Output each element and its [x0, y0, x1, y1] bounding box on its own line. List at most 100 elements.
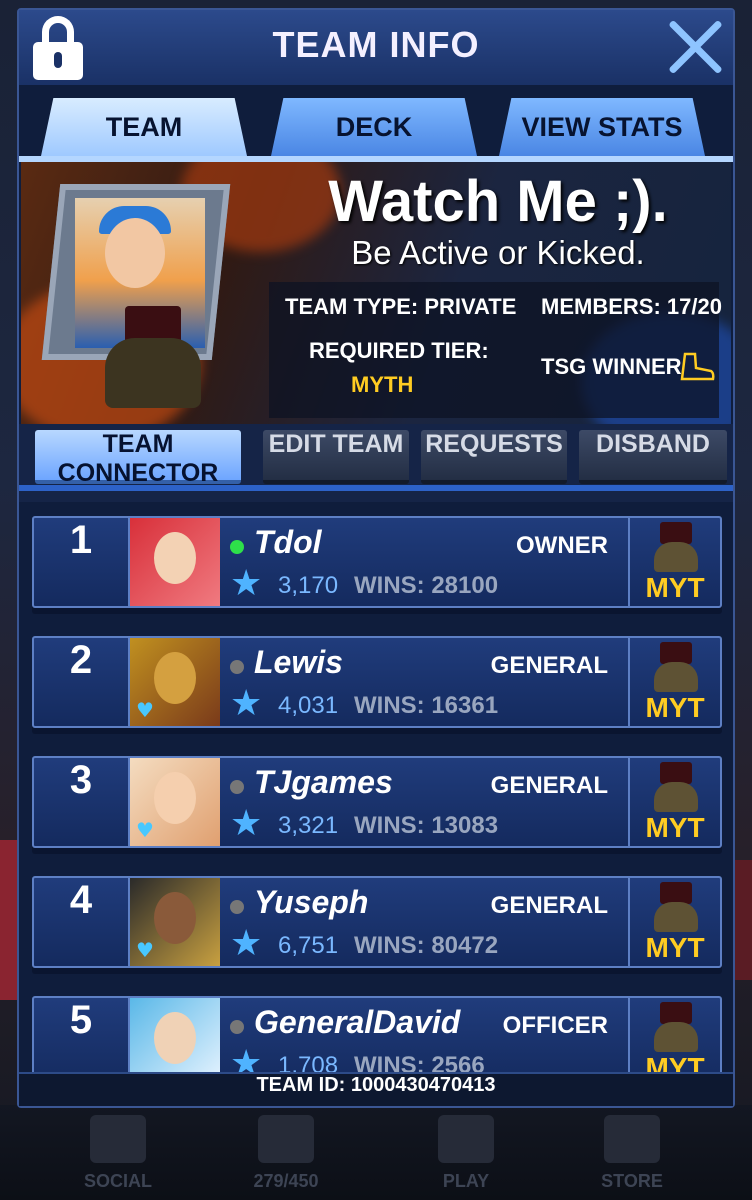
team-id: TEAM ID: 1000430470413	[19, 1072, 733, 1106]
tab-view-stats[interactable]: VIEW STATS	[499, 98, 705, 156]
team-connector-button[interactable]: TEAM CONNECTOR	[35, 430, 241, 487]
avatar	[130, 518, 220, 606]
tier-figure-icon	[654, 782, 698, 812]
avatar	[130, 998, 220, 1072]
close-icon[interactable]	[665, 16, 725, 76]
member-role: GENERAL	[490, 772, 608, 799]
offline-status-icon	[230, 1020, 244, 1034]
tier-badge: MYT	[628, 878, 720, 966]
member-score: 4,031	[278, 692, 339, 719]
heart-icon: ♥	[136, 698, 154, 722]
member-row[interactable]: 3 ♥ TJgames GENERAL ★ 3,321 WINS: 13083 …	[32, 756, 722, 848]
tier-label: MYT	[645, 812, 705, 843]
tier-hat-icon	[660, 762, 692, 784]
tier-label: MYT	[645, 1052, 705, 1072]
tier-label: MYT	[645, 572, 705, 603]
team-header: Watch Me ;). Be Active or Kicked. TEAM T…	[21, 162, 731, 424]
team-name: Watch Me ;).	[328, 169, 668, 234]
member-name: GeneralDavid	[254, 1004, 461, 1040]
offline-status-icon	[230, 780, 244, 794]
tier-label: MYT	[645, 932, 705, 963]
nav-play[interactable]: PLAY	[396, 1105, 536, 1200]
tier-figure-icon	[654, 1022, 698, 1052]
nav-play-label: PLAY	[442, 1171, 490, 1191]
cards-icon	[258, 1115, 314, 1163]
avatar: ♥	[130, 638, 220, 726]
tier-figure-icon	[654, 542, 698, 572]
tier-badge: MYT	[628, 518, 720, 606]
star-icon: ★	[230, 683, 263, 724]
member-role: OWNER	[516, 532, 608, 559]
tier-badge: MYT	[628, 638, 720, 726]
team-info-modal: TEAM INFO TEAM DECK VIEW STATS Watch Me …	[17, 8, 735, 1108]
online-status-icon	[230, 540, 244, 554]
member-rank: 2	[34, 638, 130, 726]
member-wins: WINS: 2566	[354, 1052, 485, 1072]
member-list[interactable]: 1 Tdol OWNER ★ 3,170 WINS: 28100 MYT 2 ♥	[19, 500, 733, 1072]
nav-store[interactable]: STORE	[562, 1105, 702, 1200]
member-row[interactable]: 5 GeneralDavid OFFICER ★ 1,708 WINS: 256…	[32, 996, 722, 1072]
boot-icon	[680, 352, 715, 381]
star-icon: ★	[230, 803, 263, 844]
tier-hat-icon	[660, 522, 692, 544]
member-rank: 1	[34, 518, 130, 606]
member-rank: 5	[34, 998, 130, 1072]
member-rank: 3	[34, 758, 130, 846]
avatar: ♥	[130, 878, 220, 966]
section-divider	[19, 485, 733, 491]
member-row[interactable]: 1 Tdol OWNER ★ 3,170 WINS: 28100 MYT	[32, 516, 722, 608]
tab-deck[interactable]: DECK	[271, 98, 477, 156]
heart-icon: ♥	[136, 938, 154, 962]
nav-collection[interactable]: 279/450	[216, 1105, 356, 1200]
tier-label: MYT	[645, 692, 705, 723]
heart-icon: ♥	[136, 818, 154, 842]
star-icon: ★	[230, 563, 263, 604]
team-motto: Be Active or Kicked.	[351, 234, 645, 271]
offline-status-icon	[230, 660, 244, 674]
star-icon: ★	[230, 923, 263, 964]
tab-bar: TEAM DECK VIEW STATS	[19, 98, 733, 158]
required-tier-label: REQUIRED TIER:	[309, 338, 489, 363]
tier-hat-icon	[660, 1002, 692, 1024]
member-wins: WINS: 16361	[354, 692, 499, 719]
team-achievement: TSG WINNER	[541, 354, 682, 379]
bottom-nav: SOCIAL 279/450 PLAY STORE	[0, 1105, 752, 1200]
member-row[interactable]: 2 ♥ Lewis GENERAL ★ 4,031 WINS: 16361 MY…	[32, 636, 722, 728]
tier-badge: MYT	[628, 758, 720, 846]
member-score: 6,751	[278, 932, 339, 959]
member-rank: 4	[34, 878, 130, 966]
member-score: 3,321	[278, 812, 339, 839]
tab-team[interactable]: TEAM	[41, 98, 247, 156]
tier-figure-icon	[654, 662, 698, 692]
star-icon: ★	[230, 1043, 263, 1073]
tier-hat-icon	[660, 642, 692, 664]
team-type: TEAM TYPE: PRIVATE	[285, 294, 517, 319]
member-score: 1,708	[278, 1052, 339, 1072]
required-tier-value: MYTH	[351, 372, 414, 397]
avatar: ♥	[130, 758, 220, 846]
member-role: OFFICER	[502, 1012, 608, 1039]
nav-social[interactable]: SOCIAL	[48, 1105, 188, 1200]
store-icon	[604, 1115, 660, 1163]
title-bar: TEAM INFO	[19, 10, 733, 85]
edit-team-button[interactable]: EDIT TEAM	[263, 430, 409, 484]
member-row[interactable]: 4 ♥ Yuseph GENERAL ★ 6,751 WINS: 80472 M…	[32, 876, 722, 968]
social-icon	[90, 1115, 146, 1163]
member-name: Yuseph	[254, 884, 369, 920]
member-wins: WINS: 80472	[354, 932, 499, 959]
tier-hat-icon	[660, 882, 692, 904]
play-icon	[438, 1115, 494, 1163]
tier-badge: MYT	[628, 998, 720, 1072]
nav-social-label: SOCIAL	[83, 1171, 152, 1191]
team-members: MEMBERS: 17/20	[541, 294, 722, 319]
requests-button[interactable]: REQUESTS	[421, 430, 567, 484]
member-name: Tdol	[254, 524, 322, 560]
member-name: TJgames	[254, 764, 393, 800]
disband-button[interactable]: DISBAND	[579, 430, 727, 484]
tier-figure-icon	[654, 902, 698, 932]
team-emblem	[41, 178, 243, 408]
modal-title: TEAM INFO	[272, 24, 480, 65]
member-wins: WINS: 28100	[354, 572, 499, 599]
nav-store-label: STORE	[601, 1171, 663, 1191]
nav-collection-label: 279/450	[253, 1171, 319, 1191]
